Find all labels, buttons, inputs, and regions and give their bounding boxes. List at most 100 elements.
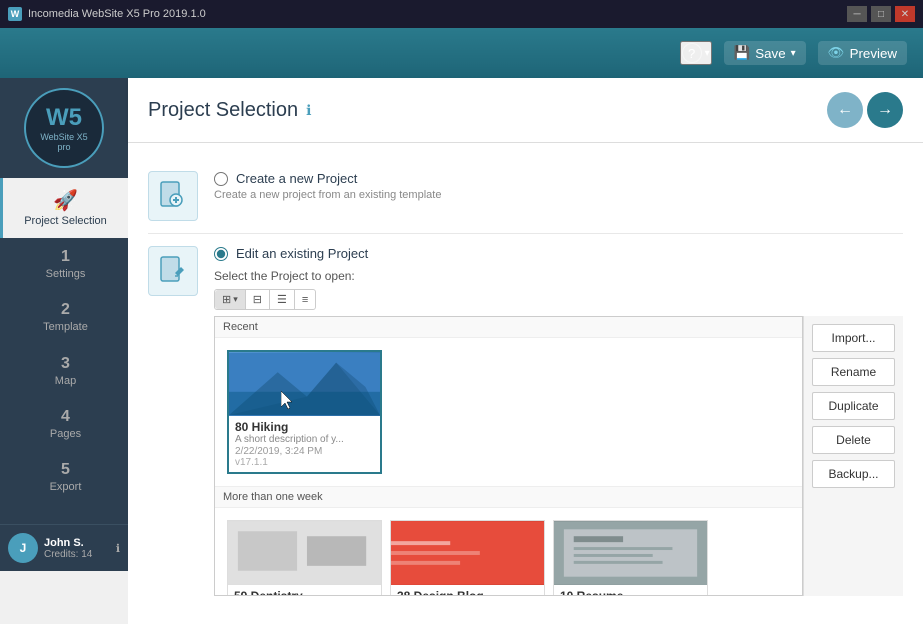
save-label: Save bbox=[755, 46, 785, 61]
page-info-icon[interactable]: ℹ bbox=[306, 102, 311, 119]
help-icon: ? bbox=[682, 43, 702, 63]
content-area: Project Selection ℹ ← → bbox=[128, 78, 923, 571]
main-layout: W5 WebSite X5 pro 🚀 Project Selection 1 … bbox=[0, 78, 923, 571]
view-grid-large-button[interactable]: ⊞ ▾ bbox=[215, 290, 246, 309]
create-project-radio[interactable] bbox=[214, 172, 228, 186]
sidebar: W5 WebSite X5 pro 🚀 Project Selection 1 … bbox=[0, 78, 128, 571]
grid-medium-icon: ⊟ bbox=[253, 293, 262, 306]
logo: W5 WebSite X5 pro bbox=[24, 88, 104, 168]
back-arrow-button[interactable]: ← bbox=[827, 92, 863, 128]
dentistry-thumb-svg bbox=[228, 521, 381, 585]
create-project-radio-label[interactable]: Create a new Project bbox=[214, 171, 903, 186]
view-buttons-group: ⊞ ▾ ⊟ ☰ ≡ bbox=[214, 289, 316, 310]
new-file-icon bbox=[157, 180, 189, 212]
create-project-option: Create a new Project Create a new projec… bbox=[148, 159, 903, 233]
close-button[interactable]: ✕ bbox=[895, 6, 915, 22]
project-list-container[interactable]: Recent bbox=[214, 316, 803, 596]
page-header: Project Selection ℹ ← → bbox=[128, 78, 923, 143]
backup-button[interactable]: Backup... bbox=[812, 460, 895, 488]
edit-project-radio[interactable] bbox=[214, 247, 228, 261]
project-card-design-blog[interactable]: 38 Design Blog A short description of y.… bbox=[390, 520, 545, 596]
more-than-week-header: More than one week bbox=[215, 486, 802, 508]
project-info-dentistry: 59 Dentistry A short description of y...… bbox=[228, 585, 381, 596]
save-dropdown-icon: ▾ bbox=[791, 48, 796, 59]
view-details-button[interactable]: ≡ bbox=[295, 290, 315, 309]
user-info: John S. Credits: 14 bbox=[44, 537, 92, 560]
app-title: Incomedia WebSite X5 Pro 2019.1.0 bbox=[28, 8, 206, 20]
project-info-design: 38 Design Blog A short description of y.… bbox=[391, 585, 544, 596]
details-icon: ≡ bbox=[302, 294, 308, 306]
edit-file-icon bbox=[157, 255, 189, 287]
nav-items: 🚀 Project Selection 1 Settings 2 Templat… bbox=[0, 178, 128, 504]
duplicate-button[interactable]: Duplicate bbox=[812, 392, 895, 420]
sidebar-item-export[interactable]: 5 Export bbox=[0, 451, 128, 504]
rocket-icon: 🚀 bbox=[53, 188, 78, 213]
project-desc-hiking: A short description of y... bbox=[235, 434, 374, 445]
project-selection-area: Select the Project to open: ⊞ ▾ ⊟ bbox=[214, 269, 903, 596]
view-controls: ⊞ ▾ ⊟ ☰ ≡ bbox=[214, 289, 903, 310]
project-name-hiking: 80 Hiking bbox=[235, 420, 374, 434]
user-name: John S. bbox=[44, 537, 92, 549]
create-project-desc: Create a new project from an existing te… bbox=[214, 189, 903, 201]
edit-project-content: Edit an existing Project Select the Proj… bbox=[214, 246, 903, 596]
nav-arrows: ← → bbox=[827, 92, 903, 128]
edit-project-radio-label[interactable]: Edit an existing Project bbox=[214, 246, 903, 261]
delete-button[interactable]: Delete bbox=[812, 426, 895, 454]
view-list-button[interactable]: ☰ bbox=[270, 290, 295, 309]
recent-projects-grid: 80 Hiking A short description of y... 2/… bbox=[215, 338, 802, 486]
avatar: J bbox=[8, 533, 38, 563]
save-icon: 💾 bbox=[734, 45, 751, 61]
view-grid-medium-button[interactable]: ⊟ bbox=[246, 290, 270, 309]
list-icon: ☰ bbox=[277, 293, 287, 306]
title-bar: W Incomedia WebSite X5 Pro 2019.1.0 ─ □ … bbox=[0, 0, 923, 28]
project-thumb-hiking bbox=[229, 352, 380, 416]
sidebar-item-pages[interactable]: 4 Pages bbox=[0, 398, 128, 451]
edit-project-title: Edit an existing Project bbox=[236, 246, 368, 261]
project-name-dentistry: 59 Dentistry bbox=[234, 589, 375, 596]
preview-label: Preview bbox=[850, 46, 897, 61]
project-name-resume: 10 Resume bbox=[560, 589, 701, 596]
sidebar-item-map[interactable]: 3 Map bbox=[0, 345, 128, 398]
project-version-hiking: v17.1.1 bbox=[235, 457, 374, 468]
info-icon[interactable]: ℹ bbox=[116, 542, 120, 555]
edit-project-icon bbox=[148, 246, 198, 296]
project-card-dentistry[interactable]: 59 Dentistry A short description of y...… bbox=[227, 520, 382, 596]
project-area: Recent bbox=[214, 316, 903, 596]
options-area: Create a new Project Create a new projec… bbox=[128, 143, 923, 624]
app-icon: W bbox=[8, 7, 22, 21]
project-thumb-dentistry bbox=[228, 521, 381, 585]
page-title: Project Selection bbox=[148, 99, 298, 122]
sidebar-item-template[interactable]: 2 Template bbox=[0, 291, 128, 344]
eye-icon: 👁 bbox=[828, 45, 845, 61]
logo-icon: W5 bbox=[46, 104, 82, 132]
user-credits: Credits: 14 bbox=[44, 549, 92, 560]
help-button[interactable]: ? ▾ bbox=[680, 41, 712, 65]
hiking-thumb-svg bbox=[229, 352, 380, 416]
resume-thumb-svg bbox=[554, 521, 707, 585]
save-button[interactable]: 💾 Save ▾ bbox=[724, 41, 806, 65]
project-list-area: Recent bbox=[214, 316, 803, 596]
help-dropdown-icon: ▾ bbox=[705, 48, 710, 59]
older-projects-grid: 59 Dentistry A short description of y...… bbox=[215, 508, 802, 596]
rename-button[interactable]: Rename bbox=[812, 358, 895, 386]
dropdown-arrow-icon: ▾ bbox=[233, 294, 238, 305]
sidebar-item-settings[interactable]: 1 Settings bbox=[0, 238, 128, 291]
right-panel: Import... Rename Duplicate Delete Backup… bbox=[803, 316, 903, 596]
forward-arrow-button[interactable]: → bbox=[867, 92, 903, 128]
sidebar-footer: J John S. Credits: 14 ℹ bbox=[0, 524, 128, 571]
design-thumb-svg bbox=[391, 521, 544, 585]
sidebar-item-project-selection[interactable]: 🚀 Project Selection bbox=[0, 178, 128, 238]
project-card-hiking[interactable]: 80 Hiking A short description of y... 2/… bbox=[227, 350, 382, 474]
create-project-content: Create a new Project Create a new projec… bbox=[214, 171, 903, 201]
maximize-button[interactable]: □ bbox=[871, 6, 891, 22]
create-project-title: Create a new Project bbox=[236, 171, 357, 186]
project-card-resume[interactable]: 10 Resume A short description of y... 2/… bbox=[553, 520, 708, 596]
project-thumb-design bbox=[391, 521, 544, 585]
import-button[interactable]: Import... bbox=[812, 324, 895, 352]
edit-project-option: Edit an existing Project Select the Proj… bbox=[148, 234, 903, 608]
minimize-button[interactable]: ─ bbox=[847, 6, 867, 22]
recent-section-header: Recent bbox=[215, 317, 802, 338]
project-name-design: 38 Design Blog bbox=[397, 589, 538, 596]
preview-button[interactable]: 👁 Preview bbox=[818, 41, 907, 65]
grid-large-icon: ⊞ bbox=[222, 293, 231, 306]
